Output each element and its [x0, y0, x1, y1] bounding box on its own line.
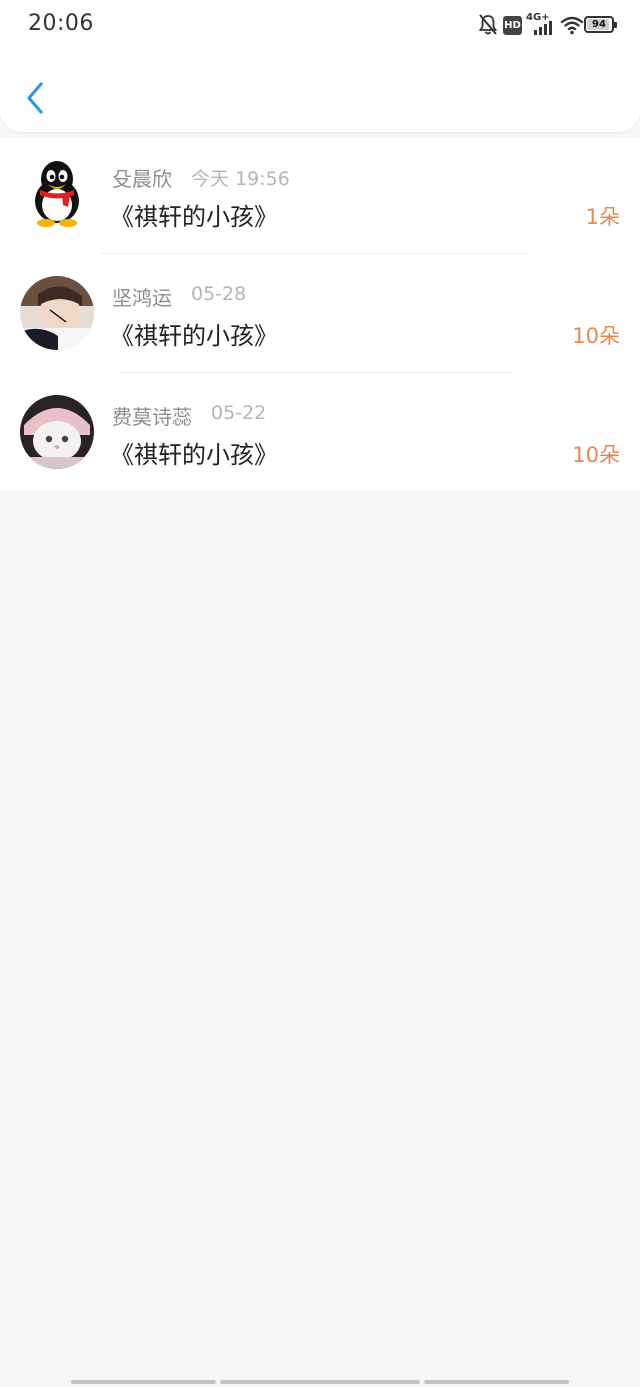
list-item[interactable]: 殳晨欣 今天 19:56 《祺轩的小孩》 1朵	[0, 137, 640, 255]
sender-name: 殳晨欣	[112, 167, 172, 191]
divider	[100, 253, 530, 254]
signal-icon: 4G+	[526, 12, 556, 37]
cat-photo-avatar[interactable]	[20, 395, 94, 469]
chevron-left-icon	[27, 82, 43, 114]
list-item[interactable]: 费莫诗蕊 05-22 《祺轩的小孩》 10朵	[0, 375, 640, 493]
home-indicator-left	[71, 1380, 216, 1384]
flower-count: 10朵	[572, 324, 620, 348]
muted-bell-icon	[478, 14, 498, 35]
flower-count: 1朵	[585, 205, 620, 229]
gift-list: 殳晨欣 今天 19:56 《祺轩的小孩》 1朵 坚鸿运 05-28 《祺轩的小孩…	[0, 137, 640, 491]
list-item[interactable]: 坚鸿运 05-28 《祺轩的小孩》 10朵	[0, 256, 640, 374]
flower-count: 10朵	[572, 443, 620, 467]
back-button[interactable]	[14, 76, 58, 120]
home-indicator-right	[424, 1380, 569, 1384]
divider	[120, 372, 512, 373]
wifi-icon	[560, 16, 584, 35]
home-indicator-center	[220, 1380, 420, 1384]
user-photo-avatar[interactable]	[20, 276, 94, 350]
battery-icon: 94	[584, 16, 617, 33]
gift-date: 今天 19:56	[191, 168, 290, 190]
gift-date: 05-22	[211, 402, 267, 424]
book-title: 《祺轩的小孩》	[110, 203, 278, 231]
book-title: 《祺轩的小孩》	[110, 441, 278, 469]
sender-name: 坚鸿运	[112, 286, 172, 310]
status-bar: 20:06 HD 4G+ 94	[0, 0, 640, 50]
gift-date: 05-28	[191, 283, 247, 305]
top-header: 20:06 HD 4G+ 94	[0, 0, 640, 132]
qq-penguin-avatar[interactable]	[20, 157, 94, 231]
book-title: 《祺轩的小孩》	[110, 322, 278, 350]
hd-badge: HD	[503, 16, 522, 35]
sender-name: 费莫诗蕊	[112, 405, 192, 429]
status-time: 20:06	[28, 11, 94, 36]
